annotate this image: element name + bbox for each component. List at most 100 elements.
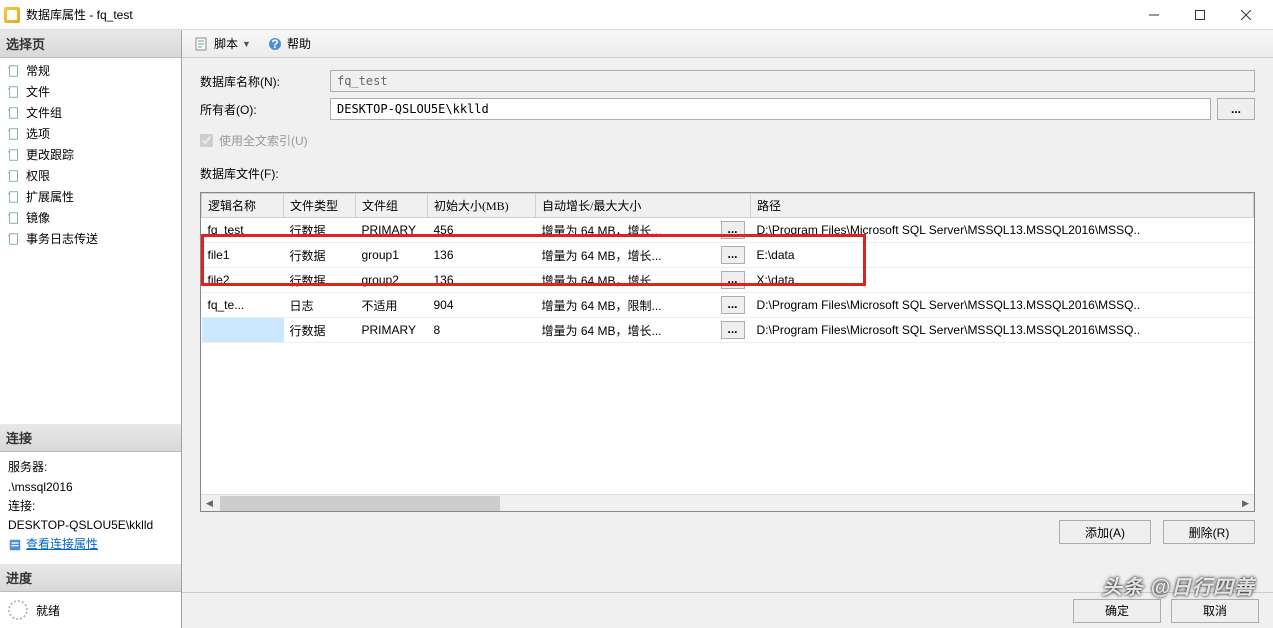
add-button[interactable]: 添加(A) [1059, 520, 1151, 544]
cell-size[interactable]: 136 [428, 243, 536, 268]
cell-group[interactable]: group2 [356, 268, 428, 293]
col-filegroup[interactable]: 文件组 [356, 194, 428, 218]
help-icon: ? [267, 36, 283, 52]
cell-size[interactable]: 456 [428, 218, 536, 243]
ok-button[interactable]: 确定 [1073, 599, 1161, 623]
nav-item-permissions[interactable]: 权限 [0, 165, 181, 186]
table-row[interactable]: 行数据PRIMARY8增量为 64 MB，增长......D:\Program … [202, 318, 1254, 343]
cell-path[interactable]: D:\Program Files\Microsoft SQL Server\MS… [751, 218, 1254, 243]
sidebar: 选择页 常规 文件 文件组 选项 更改跟踪 权限 扩展属性 镜像 事务日志传送 … [0, 30, 182, 628]
minimize-button[interactable] [1131, 0, 1177, 30]
col-logical-name[interactable]: 逻辑名称 [202, 194, 284, 218]
titlebar: 数据库属性 - fq_test [0, 0, 1273, 30]
window-controls [1131, 0, 1269, 30]
nav-item-mirroring[interactable]: 镜像 [0, 207, 181, 228]
script-icon [194, 36, 210, 52]
dbname-input [330, 70, 1255, 92]
autogrowth-ellipsis-button[interactable]: ... [721, 296, 745, 314]
fulltext-checkbox [200, 134, 213, 147]
close-button[interactable] [1223, 0, 1269, 30]
cell-group[interactable]: 不适用 [356, 293, 428, 318]
owner-browse-button[interactable]: ... [1217, 98, 1255, 120]
cell-path[interactable]: D:\Program Files\Microsoft SQL Server\MS… [751, 293, 1254, 318]
cell-group[interactable]: group1 [356, 243, 428, 268]
cell-growth[interactable]: 增量为 64 MB，增长...... [536, 268, 751, 293]
cell-name[interactable]: file2 [202, 268, 284, 293]
cell-growth[interactable]: 增量为 64 MB，增长...... [536, 318, 751, 343]
cell-path[interactable]: D:\Program Files\Microsoft SQL Server\MS… [751, 318, 1254, 343]
cell-type[interactable]: 日志 [284, 293, 356, 318]
page-icon [6, 147, 22, 163]
cell-growth[interactable]: 增量为 64 MB，增长...... [536, 243, 751, 268]
connection-header: 连接 [0, 424, 181, 452]
scroll-left-arrow[interactable]: ◀ [201, 495, 218, 512]
cell-growth[interactable]: 增量为 64 MB，限制...... [536, 293, 751, 318]
nav-item-options[interactable]: 选项 [0, 123, 181, 144]
help-button[interactable]: ? 帮助 [261, 33, 317, 54]
cell-type[interactable]: 行数据 [284, 268, 356, 293]
cell-size[interactable]: 8 [428, 318, 536, 343]
nav-item-logshipping[interactable]: 事务日志传送 [0, 228, 181, 249]
files-grid[interactable]: 逻辑名称 文件类型 文件组 初始大小(MB) 自动增长/最大大小 路径 fq_t… [200, 192, 1255, 512]
table-row[interactable]: file2行数据group2136增量为 64 MB，增长......X:\da… [202, 268, 1254, 293]
connection-info: 服务器: .\mssql2016 连接: DESKTOP-QSLOU5E\kkl… [0, 452, 181, 564]
cell-name[interactable]: fq_test [202, 218, 284, 243]
cell-growth[interactable]: 增量为 64 MB，增长...... [536, 218, 751, 243]
nav-item-changetracking[interactable]: 更改跟踪 [0, 144, 181, 165]
cell-name[interactable]: fq_te... [202, 293, 284, 318]
cell-type[interactable]: 行数据 [284, 318, 356, 343]
nav-label: 更改跟踪 [26, 146, 74, 163]
server-value: .\mssql2016 [8, 478, 173, 497]
cell-group[interactable]: PRIMARY [356, 318, 428, 343]
page-icon [6, 63, 22, 79]
nav-item-general[interactable]: 常规 [0, 60, 181, 81]
remove-button[interactable]: 删除(R) [1163, 520, 1255, 544]
progress-block: 就绪 [0, 592, 181, 628]
nav-label: 扩展属性 [26, 188, 74, 205]
view-connection-props-link[interactable]: 查看连接属性 [8, 535, 98, 554]
cell-name[interactable]: file1 [202, 243, 284, 268]
fulltext-row: 使用全文索引(U) [200, 126, 1255, 159]
scroll-right-arrow[interactable]: ▶ [1237, 495, 1254, 512]
grid-header-row: 逻辑名称 文件类型 文件组 初始大小(MB) 自动增长/最大大小 路径 [202, 194, 1254, 218]
autogrowth-ellipsis-button[interactable]: ... [721, 246, 745, 264]
cancel-button[interactable]: 取消 [1171, 599, 1259, 623]
form-area: 数据库名称(N): 所有者(O): ... 使用全文索引(U) 数据库文件(F)… [182, 58, 1273, 192]
script-button[interactable]: 脚本 ▼ [188, 33, 257, 54]
cell-name[interactable] [202, 318, 284, 343]
autogrowth-ellipsis-button[interactable]: ... [721, 271, 745, 289]
cell-path[interactable]: E:\data [751, 243, 1254, 268]
spinner-icon [8, 600, 28, 620]
nav-item-files[interactable]: 文件 [0, 81, 181, 102]
nav-item-extendedprops[interactable]: 扩展属性 [0, 186, 181, 207]
nav-item-filegroups[interactable]: 文件组 [0, 102, 181, 123]
chevron-down-icon: ▼ [242, 39, 251, 49]
cell-path[interactable]: X:\data [751, 268, 1254, 293]
autogrowth-ellipsis-button[interactable]: ... [721, 221, 745, 239]
cell-size[interactable]: 904 [428, 293, 536, 318]
nav-list: 常规 文件 文件组 选项 更改跟踪 权限 扩展属性 镜像 事务日志传送 [0, 58, 181, 424]
scroll-thumb[interactable] [220, 496, 500, 511]
svg-text:?: ? [271, 37, 278, 51]
grid-actions: 添加(A) 删除(R) [182, 512, 1273, 548]
col-path[interactable]: 路径 [751, 194, 1254, 218]
table-row[interactable]: fq_te...日志不适用904增量为 64 MB，限制......D:\Pro… [202, 293, 1254, 318]
cell-size[interactable]: 136 [428, 268, 536, 293]
col-autogrowth[interactable]: 自动增长/最大大小 [536, 194, 751, 218]
horizontal-scrollbar[interactable]: ◀ ▶ [201, 494, 1254, 511]
table-row[interactable]: fq_test行数据PRIMARY456增量为 64 MB，增长......D:… [202, 218, 1254, 243]
cell-type[interactable]: 行数据 [284, 218, 356, 243]
owner-input[interactable] [330, 98, 1211, 120]
table-row[interactable]: file1行数据group1136增量为 64 MB，增长......E:\da… [202, 243, 1254, 268]
dialog-footer: 确定 取消 [182, 592, 1273, 628]
page-icon [6, 210, 22, 226]
maximize-button[interactable] [1177, 0, 1223, 30]
cell-type[interactable]: 行数据 [284, 243, 356, 268]
autogrowth-ellipsis-button[interactable]: ... [721, 321, 745, 339]
col-file-type[interactable]: 文件类型 [284, 194, 356, 218]
col-initial-size[interactable]: 初始大小(MB) [428, 194, 536, 218]
progress-status: 就绪 [36, 602, 60, 619]
properties-icon [8, 538, 22, 552]
cell-group[interactable]: PRIMARY [356, 218, 428, 243]
link-text: 查看连接属性 [26, 535, 98, 554]
